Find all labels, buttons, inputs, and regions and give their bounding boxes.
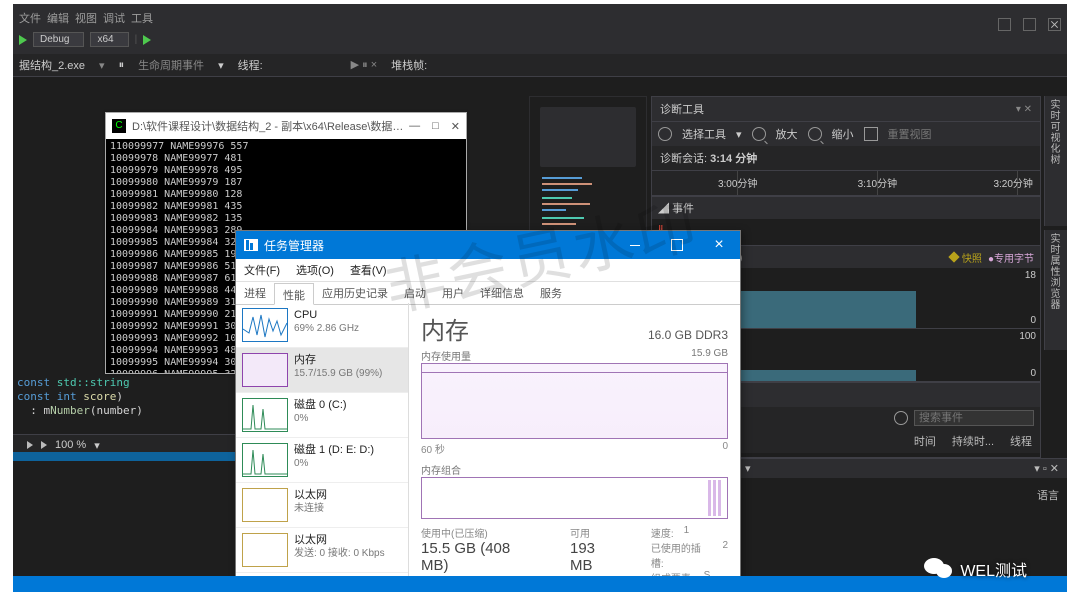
continue-icon[interactable] [19,35,27,45]
time-ruler[interactable]: 3:00分钟 3:10分钟 3:20分钟 [652,170,1040,196]
inuse-value: 15.5 GB (408 MB) [421,540,540,574]
task-manager-icon [244,239,258,251]
select-tool-button[interactable]: 选择工具 [682,126,726,142]
task-manager-window[interactable]: 任务管理器 × 文件(F) 选项(O) 查看(V) 进程性能应用历史记录启动用户… [235,230,741,592]
sidebar-item-3[interactable]: 磁盘 1 (D: E: D:)0% [236,438,408,483]
memory-composition-graph[interactable] [421,477,728,519]
editor-scrollbar[interactable] [13,452,245,461]
play-icon[interactable] [143,35,151,45]
wechat-logo: WEL测试 [924,556,1027,582]
tab-进程[interactable]: 进程 [236,282,274,304]
wechat-icon [924,556,954,582]
diag-title: 诊断工具 [660,101,704,117]
debug-target: 据结构_2.exe [19,57,85,73]
zoom-out-icon[interactable] [808,127,822,141]
tab-性能[interactable]: 性能 [274,283,314,305]
console-close-button[interactable]: ✕ [451,120,460,133]
tab-详细信息[interactable]: 详细信息 [472,282,532,304]
debug-bar: 据结构_2.exe ▾ ⏸ 生命周期事件 ▾ 线程: ▶ ⏸ × 堆栈帧: [13,54,1067,77]
metric-spec: 16.0 GB DDR3 [648,328,728,342]
vs-toolbar[interactable]: Debug x64 | [19,32,151,47]
tm-menubar[interactable]: 文件(F) 选项(O) 查看(V) [236,259,740,282]
search-icon[interactable] [894,411,908,425]
right-dock[interactable]: 实时可视化树 [1044,96,1067,226]
tm-titlebar[interactable]: 任务管理器 × [236,231,740,259]
tab-启动[interactable]: 启动 [396,282,434,304]
vs-menu[interactable]: 文件编辑视图调试工具 [19,10,159,26]
zoom-in-icon[interactable] [752,127,766,141]
session-time: 3:14 分钟 [710,153,757,165]
memory-usage-graph[interactable] [421,363,728,439]
sidebar-item-2[interactable]: 磁盘 0 (C:)0% [236,393,408,438]
vs-maximize-icon[interactable] [1023,18,1036,31]
right-dock-2[interactable]: 实时属性浏览器 [1044,230,1067,350]
gear-icon[interactable] [658,127,672,141]
reset-view-icon[interactable] [864,127,878,141]
console-maximize-button[interactable]: □ [432,120,439,133]
tm-close-button[interactable]: × [698,231,740,259]
vs-titlebar: 文件编辑视图调试工具 Debug x64 | [13,4,1067,55]
bottom-panel: ▾▾ ▫ ✕ 语言 [739,458,1067,561]
tm-maximize-button[interactable] [656,231,698,259]
sidebar-item-0[interactable]: CPU69% 2.86 GHz [236,303,408,348]
platform-combo[interactable]: x64 [90,32,128,47]
tab-服务[interactable]: 服务 [532,282,570,304]
vs-statusbar [13,576,1067,592]
tm-main: 内存 16.0 GB DDR3 内存使用量 15.9 GB 60 秒 0 内存组… [409,303,740,592]
cmd-icon: C [112,119,126,133]
vs-close-icon[interactable] [1048,18,1061,31]
tm-minimize-button[interactable] [614,231,656,259]
search-events-input[interactable] [914,410,1034,426]
console-title: D:\软件课程设计\数据结构_2 - 副本\x64\Release\数据结... [132,118,409,134]
metric-title: 内存 [421,311,469,346]
console-minimize-button[interactable]: — [409,120,420,133]
tab-用户[interactable]: 用户 [434,282,472,304]
tm-sidebar[interactable]: CPU69% 2.86 GHz内存15.7/15.9 GB (99%)磁盘 0 … [236,303,409,592]
sidebar-item-1[interactable]: 内存15.7/15.9 GB (99%) [236,348,408,393]
debug-combo[interactable]: Debug [33,32,84,47]
sidebar-item-5[interactable]: 以太网发送: 0 接收: 0 Kbps [236,528,408,573]
tab-应用历史记录[interactable]: 应用历史记录 [314,282,396,304]
vs-minimize-icon[interactable] [998,18,1011,31]
available-value: 193 MB [570,540,621,574]
tm-tabs[interactable]: 进程性能应用历史记录启动用户详细信息服务 [236,282,740,305]
sidebar-item-4[interactable]: 以太网未连接 [236,483,408,528]
